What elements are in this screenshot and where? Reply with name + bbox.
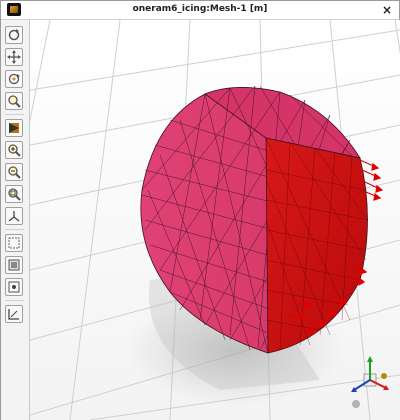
select-box-icon: [8, 237, 20, 249]
view-toolbar: [1, 20, 30, 420]
graphics-viewport[interactable]: [30, 20, 400, 420]
mesh-window: oneram6_icing:Mesh-1 [m] ×: [0, 0, 400, 420]
rotate-tool[interactable]: [5, 26, 23, 44]
select-point-icon: [8, 281, 20, 293]
toolbar-separator: [5, 300, 24, 301]
zoom-icon: [8, 95, 21, 108]
ruler-icon: [8, 309, 19, 320]
scene-canvas[interactable]: [30, 20, 400, 420]
rotate-point-tool[interactable]: [5, 70, 23, 88]
toolbar-separator: [5, 114, 24, 115]
window-title: oneram6_icing:Mesh-1 [m]: [132, 4, 268, 14]
zoom-out-tool[interactable]: [5, 163, 23, 181]
pan-tool[interactable]: [5, 48, 23, 66]
zoom-in-tool[interactable]: [5, 141, 23, 159]
zoom-fit-icon: [8, 188, 21, 201]
rotate-icon: [8, 29, 20, 41]
pan-icon: [7, 50, 21, 64]
select-box-tool[interactable]: [5, 234, 23, 252]
ruler-tool[interactable]: [5, 305, 23, 323]
zoom-out-icon: [8, 166, 21, 179]
zoom-in-icon: [8, 144, 21, 157]
close-button[interactable]: ×: [382, 2, 392, 18]
toolbar-separator: [5, 229, 24, 230]
view-mode-tool[interactable]: [5, 119, 23, 137]
select-point-tool[interactable]: [5, 278, 23, 296]
axis-icon: [8, 211, 20, 222]
title-bar: oneram6_icing:Mesh-1 [m] ×: [1, 1, 399, 20]
axis-tool[interactable]: [5, 207, 23, 225]
view-mode-icon: [9, 123, 19, 133]
select-region-icon: [8, 259, 20, 271]
orientation-triad-icon[interactable]: [351, 356, 389, 408]
zoom-fit-tool[interactable]: [5, 185, 23, 203]
zoom-tool[interactable]: [5, 92, 23, 110]
select-region-tool[interactable]: [5, 256, 23, 274]
rotate-point-icon: [8, 73, 20, 85]
